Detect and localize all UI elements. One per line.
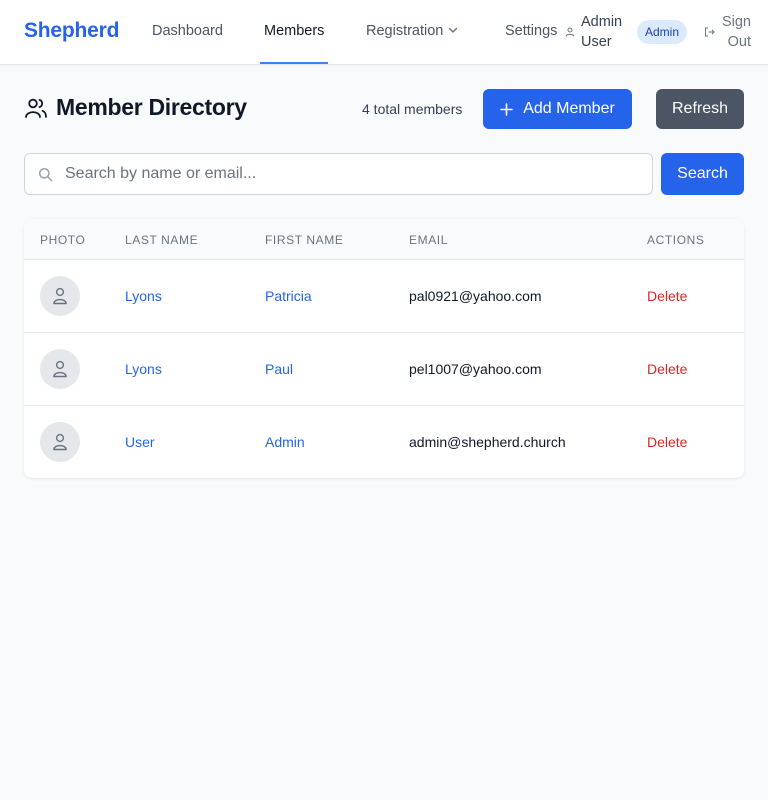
last-name-link[interactable]: Lyons (125, 288, 162, 304)
last-name-link[interactable]: User (125, 434, 155, 450)
avatar-icon (53, 360, 67, 378)
column-header-first-name[interactable]: First Name (265, 233, 343, 247)
nav-settings[interactable]: Settings (505, 0, 557, 64)
avatar-icon (53, 287, 67, 305)
user-name: Admin User (581, 14, 623, 50)
first-name-link[interactable]: Patricia (265, 288, 312, 304)
page-heading: Member Directory (24, 94, 247, 121)
brand-logo[interactable]: Shepherd (24, 19, 119, 43)
search-icon (38, 167, 53, 182)
search-input[interactable] (65, 154, 645, 194)
sign-out-icon (705, 27, 715, 37)
table-header: Photo Last Name First Name Email Actions (24, 219, 744, 260)
column-header-email[interactable]: Email (409, 233, 448, 247)
delete-button[interactable]: Delete (647, 288, 687, 304)
role-badge: Admin (637, 20, 688, 44)
first-name-link[interactable]: Admin (265, 434, 305, 450)
column-header-last-name[interactable]: Last Name (125, 233, 198, 247)
email-cell: admin@shepherd.church (409, 434, 566, 450)
members-table: Photo Last Name First Name Email Actions… (24, 219, 744, 478)
refresh-button[interactable]: Refresh (656, 89, 744, 129)
search-button[interactable]: Search (661, 153, 744, 195)
column-header-photo: Photo (40, 233, 86, 247)
avatar (40, 276, 80, 316)
user-icon (565, 27, 575, 37)
nav-registration[interactable]: Registration (366, 0, 459, 64)
user-menu[interactable]: Admin User (565, 12, 625, 52)
table-row: Lyons Patricia pal0921@yahoo.com Delete (24, 260, 744, 333)
avatar (40, 349, 80, 389)
email-cell: pal0921@yahoo.com (409, 288, 542, 304)
sign-out-link[interactable]: Sign Out (704, 12, 751, 52)
users-icon (25, 98, 47, 118)
first-name-link[interactable]: Paul (265, 361, 293, 377)
nav-dashboard[interactable]: Dashboard (152, 0, 223, 64)
plus-icon (500, 102, 514, 116)
member-count: 4 total members (362, 101, 463, 117)
delete-button[interactable]: Delete (647, 434, 687, 450)
nav-registration-label: Registration (366, 23, 444, 39)
nav-members[interactable]: Members (259, 0, 329, 64)
delete-button[interactable]: Delete (647, 361, 687, 377)
add-member-label: Add Member (523, 100, 615, 117)
avatar-icon (53, 433, 67, 451)
sign-out-label: Sign Out (721, 14, 751, 50)
column-header-actions: Actions (647, 233, 705, 247)
add-member-button[interactable]: Add Member (483, 89, 632, 129)
table-row: Lyons Paul pel1007@yahoo.com Delete (24, 333, 744, 406)
table-row: User Admin admin@shepherd.church Delete (24, 406, 744, 478)
page-title: Member Directory (56, 94, 247, 120)
search-box (24, 153, 653, 195)
last-name-link[interactable]: Lyons (125, 361, 162, 377)
avatar (40, 422, 80, 462)
top-navigation: Shepherd Dashboard Members Registration … (0, 0, 768, 65)
email-cell: pel1007@yahoo.com (409, 361, 542, 377)
chevron-down-icon (449, 27, 458, 33)
